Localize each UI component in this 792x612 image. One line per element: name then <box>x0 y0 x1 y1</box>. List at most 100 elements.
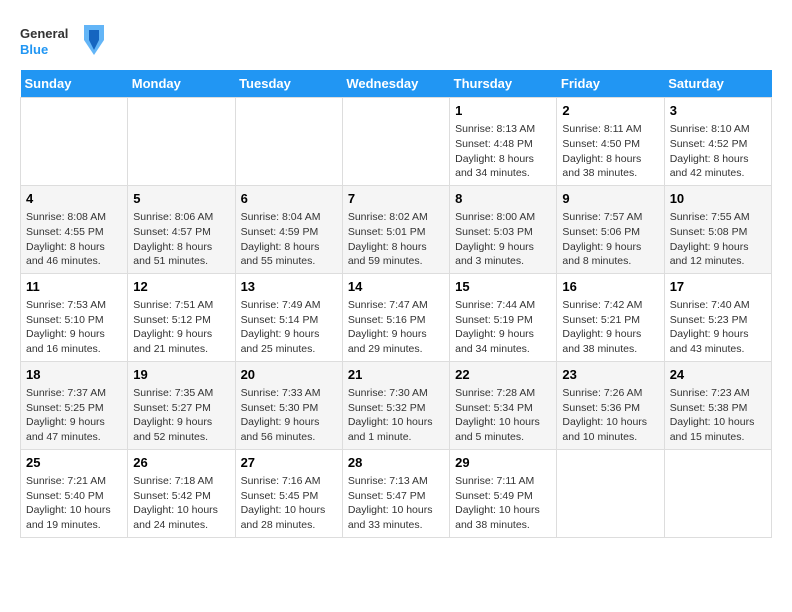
calendar-cell: 27 Sunrise: 7:16 AM Sunset: 5:45 PM Dayli… <box>235 449 342 537</box>
day-info: Sunrise: 7:18 AM Sunset: 5:42 PM Dayligh… <box>133 474 229 533</box>
calendar-cell: 12Sunrise: 7:51 AM Sunset: 5:12 PM Dayli… <box>128 273 235 361</box>
day-number: 4 <box>26 190 122 208</box>
day-number: 29 <box>455 454 551 472</box>
svg-text:Blue: Blue <box>20 42 48 57</box>
day-number: 1 <box>455 102 551 120</box>
calendar-cell: 16 Sunrise: 7:42 AM Sunset: 5:21 PM Dayli… <box>557 273 664 361</box>
calendar-cell <box>128 98 235 186</box>
day-info: Sunrise: 7:16 AM Sunset: 5:45 PM Dayligh… <box>241 474 337 533</box>
day-info: Sunrise: 8:13 AM Sunset: 4:48 PM Dayligh… <box>455 122 551 181</box>
day-info: Sunrise: 7:11 AM Sunset: 5:49 PM Dayligh… <box>455 474 551 533</box>
calendar-header: SundayMondayTuesdayWednesdayThursdayFrid… <box>21 70 772 98</box>
day-header-monday: Monday <box>128 70 235 98</box>
calendar-cell <box>557 449 664 537</box>
day-info: Sunrise: 8:00 AM Sunset: 5:03 PM Dayligh… <box>455 210 551 269</box>
calendar-week-3: 11 Sunrise: 7:53 AM Sunset: 5:10 PM Dayli… <box>21 273 772 361</box>
calendar-cell: 17 Sunrise: 7:40 AM Sunset: 5:23 PM Dayli… <box>664 273 771 361</box>
day-number: 7 <box>348 190 444 208</box>
calendar-cell <box>342 98 449 186</box>
logo: General Blue <box>20 20 104 60</box>
day-number: 18 <box>26 366 122 384</box>
calendar-cell: 8Sunrise: 8:00 AM Sunset: 5:03 PM Daylig… <box>450 185 557 273</box>
day-info: Sunrise: 7:37 AM Sunset: 5:25 PM Dayligh… <box>26 386 122 445</box>
calendar-body: 1 Sunrise: 8:13 AM Sunset: 4:48 PM Daylig… <box>21 98 772 538</box>
day-number: 25 <box>26 454 122 472</box>
day-info: Sunrise: 7:28 AM Sunset: 5:34 PM Dayligh… <box>455 386 551 445</box>
calendar-cell: 29 Sunrise: 7:11 AM Sunset: 5:49 PM Dayli… <box>450 449 557 537</box>
calendar-cell: 15 Sunrise: 7:44 AM Sunset: 5:19 PM Dayli… <box>450 273 557 361</box>
day-number: 14 <box>348 278 444 296</box>
calendar-cell: 21 Sunrise: 7:30 AM Sunset: 5:32 PM Dayli… <box>342 361 449 449</box>
day-info: Sunrise: 7:55 AM Sunset: 5:08 PM Dayligh… <box>670 210 766 269</box>
calendar-cell: 26 Sunrise: 7:18 AM Sunset: 5:42 PM Dayli… <box>128 449 235 537</box>
calendar-cell: 13Sunrise: 7:49 AM Sunset: 5:14 PM Dayli… <box>235 273 342 361</box>
calendar-cell <box>21 98 128 186</box>
day-number: 28 <box>348 454 444 472</box>
day-info: Sunrise: 7:21 AM Sunset: 5:40 PM Dayligh… <box>26 474 122 533</box>
day-info: Sunrise: 8:08 AM Sunset: 4:55 PM Dayligh… <box>26 210 122 269</box>
day-number: 22 <box>455 366 551 384</box>
page-header: General Blue <box>20 20 772 60</box>
day-info: Sunrise: 7:23 AM Sunset: 5:38 PM Dayligh… <box>670 386 766 445</box>
day-number: 15 <box>455 278 551 296</box>
day-number: 17 <box>670 278 766 296</box>
calendar-cell: 6Sunrise: 8:04 AM Sunset: 4:59 PM Daylig… <box>235 185 342 273</box>
calendar-cell <box>664 449 771 537</box>
calendar-cell: 11 Sunrise: 7:53 AM Sunset: 5:10 PM Dayli… <box>21 273 128 361</box>
day-number: 9 <box>562 190 658 208</box>
calendar-cell: 18 Sunrise: 7:37 AM Sunset: 5:25 PM Dayli… <box>21 361 128 449</box>
day-info: Sunrise: 7:53 AM Sunset: 5:10 PM Dayligh… <box>26 298 122 357</box>
calendar-week-2: 4 Sunrise: 8:08 AM Sunset: 4:55 PM Daylig… <box>21 185 772 273</box>
day-info: Sunrise: 7:51 AM Sunset: 5:12 PM Dayligh… <box>133 298 229 357</box>
day-number: 19 <box>133 366 229 384</box>
day-info: Sunrise: 7:47 AM Sunset: 5:16 PM Dayligh… <box>348 298 444 357</box>
day-number: 2 <box>562 102 658 120</box>
day-number: 27 <box>241 454 337 472</box>
day-info: Sunrise: 7:40 AM Sunset: 5:23 PM Dayligh… <box>670 298 766 357</box>
calendar-cell: 28 Sunrise: 7:13 AM Sunset: 5:47 PM Dayli… <box>342 449 449 537</box>
day-number: 26 <box>133 454 229 472</box>
day-header-wednesday: Wednesday <box>342 70 449 98</box>
calendar-cell: 1 Sunrise: 8:13 AM Sunset: 4:48 PM Daylig… <box>450 98 557 186</box>
day-info: Sunrise: 8:02 AM Sunset: 5:01 PM Dayligh… <box>348 210 444 269</box>
day-number: 23 <box>562 366 658 384</box>
day-info: Sunrise: 8:06 AM Sunset: 4:57 PM Dayligh… <box>133 210 229 269</box>
calendar-cell: 20 Sunrise: 7:33 AM Sunset: 5:30 PM Dayli… <box>235 361 342 449</box>
day-info: Sunrise: 8:10 AM Sunset: 4:52 PM Dayligh… <box>670 122 766 181</box>
day-header-friday: Friday <box>557 70 664 98</box>
day-number: 3 <box>670 102 766 120</box>
day-info: Sunrise: 7:44 AM Sunset: 5:19 PM Dayligh… <box>455 298 551 357</box>
day-number: 11 <box>26 278 122 296</box>
day-info: Sunrise: 7:13 AM Sunset: 5:47 PM Dayligh… <box>348 474 444 533</box>
logo-svg: General Blue <box>20 20 80 60</box>
day-header-thursday: Thursday <box>450 70 557 98</box>
calendar-cell: 25 Sunrise: 7:21 AM Sunset: 5:40 PM Dayli… <box>21 449 128 537</box>
day-info: Sunrise: 7:42 AM Sunset: 5:21 PM Dayligh… <box>562 298 658 357</box>
day-info: Sunrise: 7:57 AM Sunset: 5:06 PM Dayligh… <box>562 210 658 269</box>
logo-arrow-icon <box>84 25 104 55</box>
calendar-cell: 5 Sunrise: 8:06 AM Sunset: 4:57 PM Daylig… <box>128 185 235 273</box>
day-number: 13 <box>241 278 337 296</box>
day-number: 10 <box>670 190 766 208</box>
calendar-table: SundayMondayTuesdayWednesdayThursdayFrid… <box>20 70 772 538</box>
day-info: Sunrise: 7:30 AM Sunset: 5:32 PM Dayligh… <box>348 386 444 445</box>
day-number: 5 <box>133 190 229 208</box>
calendar-week-5: 25 Sunrise: 7:21 AM Sunset: 5:40 PM Dayli… <box>21 449 772 537</box>
calendar-week-4: 18 Sunrise: 7:37 AM Sunset: 5:25 PM Dayli… <box>21 361 772 449</box>
calendar-cell <box>235 98 342 186</box>
day-info: Sunrise: 7:33 AM Sunset: 5:30 PM Dayligh… <box>241 386 337 445</box>
day-number: 21 <box>348 366 444 384</box>
calendar-cell: 19Sunrise: 7:35 AM Sunset: 5:27 PM Dayli… <box>128 361 235 449</box>
day-number: 16 <box>562 278 658 296</box>
day-number: 20 <box>241 366 337 384</box>
day-header-sunday: Sunday <box>21 70 128 98</box>
calendar-cell: 14 Sunrise: 7:47 AM Sunset: 5:16 PM Dayli… <box>342 273 449 361</box>
day-info: Sunrise: 8:04 AM Sunset: 4:59 PM Dayligh… <box>241 210 337 269</box>
day-header-saturday: Saturday <box>664 70 771 98</box>
day-info: Sunrise: 8:11 AM Sunset: 4:50 PM Dayligh… <box>562 122 658 181</box>
day-header-tuesday: Tuesday <box>235 70 342 98</box>
calendar-cell: 22 Sunrise: 7:28 AM Sunset: 5:34 PM Dayli… <box>450 361 557 449</box>
svg-text:General: General <box>20 26 68 41</box>
day-number: 24 <box>670 366 766 384</box>
calendar-cell: 4 Sunrise: 8:08 AM Sunset: 4:55 PM Daylig… <box>21 185 128 273</box>
